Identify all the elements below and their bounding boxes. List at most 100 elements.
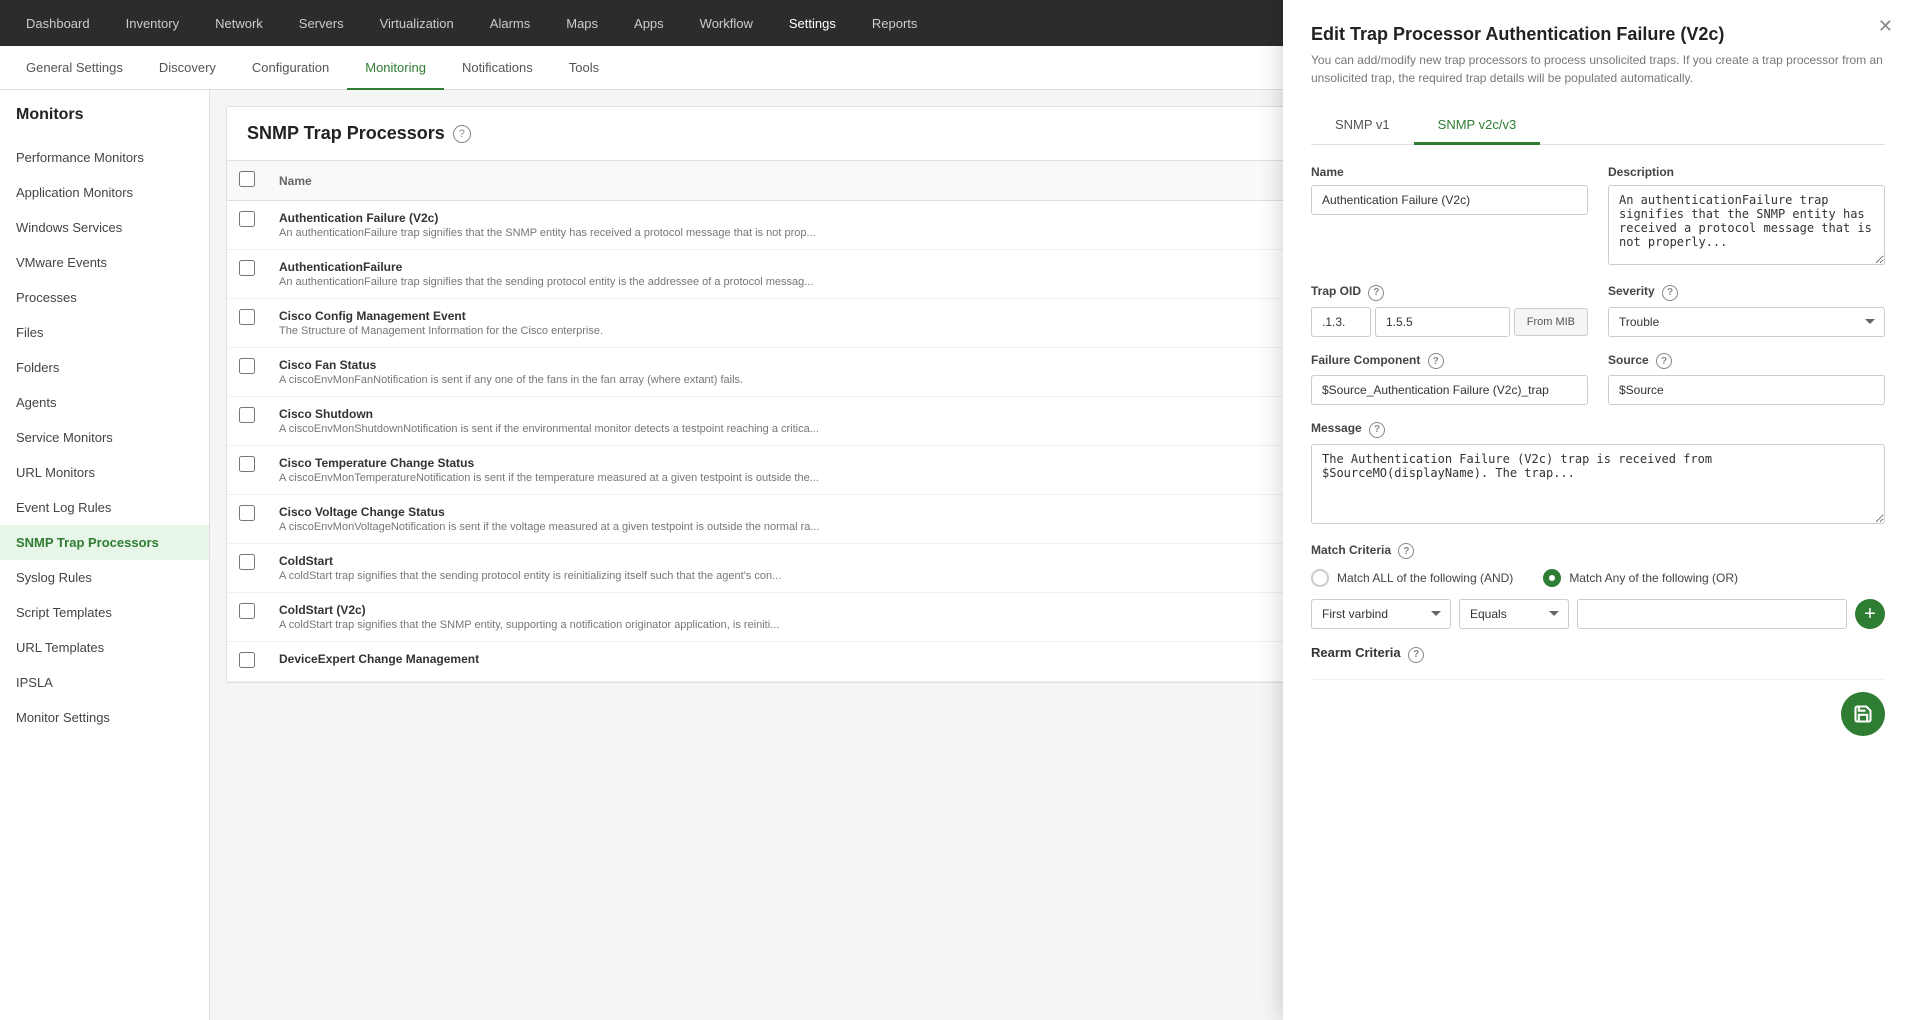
sidebar-item-url-templates[interactable]: URL Templates [0,630,209,665]
sidebar-item-event-log-rules[interactable]: Event Log Rules [0,490,209,525]
col-checkbox [227,161,267,201]
subnav-general-settings[interactable]: General Settings [8,46,141,90]
nav-item-settings[interactable]: Settings [771,0,854,46]
failure-component-input[interactable] [1311,375,1588,405]
row-checkbox-cell[interactable] [227,593,267,642]
row-checkbox-cell[interactable] [227,397,267,446]
sidebar-item-url-monitors[interactable]: URL Monitors [0,455,209,490]
select-all-checkbox[interactable] [239,171,255,187]
severity-label: Severity ? [1608,284,1885,301]
sidebar-item-ipsla[interactable]: IPSLA [0,665,209,700]
row-checkbox-cell[interactable] [227,446,267,495]
nav-item-alarms[interactable]: Alarms [472,0,548,46]
nav-item-workflow[interactable]: Workflow [682,0,771,46]
subnav-configuration[interactable]: Configuration [234,46,347,90]
row-checkbox-cell[interactable] [227,250,267,299]
table-help-icon[interactable]: ? [453,125,471,143]
match-all-label: Match ALL of the following (AND) [1337,571,1513,585]
rearm-help-icon[interactable]: ? [1408,647,1424,663]
source-group: Source ? [1608,353,1885,406]
severity-help-icon[interactable]: ? [1662,285,1678,301]
panel-tabs: SNMP v1 SNMP v2c/v3 [1311,107,1885,145]
match-any-radio[interactable] [1543,569,1561,587]
nav-item-maps[interactable]: Maps [548,0,616,46]
message-label: Message ? [1311,421,1885,438]
description-group: Description An authenticationFailure tra… [1608,165,1885,268]
match-criteria-section: Match Criteria ? Match ALL of the follow… [1311,543,1885,630]
nav-item-apps[interactable]: Apps [616,0,682,46]
sidebar-item-application-monitors[interactable]: Application Monitors [0,175,209,210]
trapoid-suffix-input[interactable] [1375,307,1510,337]
add-criteria-button[interactable]: + [1855,599,1885,629]
row-checkbox[interactable] [239,603,255,619]
row-checkbox[interactable] [239,309,255,325]
match-radio-row: Match ALL of the following (AND) Match A… [1311,569,1885,587]
sidebar-item-vmware-events[interactable]: VMware Events [0,245,209,280]
match-all-option[interactable]: Match ALL of the following (AND) [1311,569,1513,587]
trapoid-prefix-input[interactable] [1311,307,1371,337]
source-help-icon[interactable]: ? [1656,353,1672,369]
row-checkbox[interactable] [239,652,255,668]
criteria-value-input[interactable] [1577,599,1847,629]
from-mib-button[interactable]: From MIB [1514,308,1588,336]
message-textarea[interactable]: The Authentication Failure (V2c) trap is… [1311,444,1885,524]
sidebar-title: Monitors [0,106,209,140]
subnav-notifications[interactable]: Notifications [444,46,551,90]
subnav-tools[interactable]: Tools [551,46,617,90]
row-checkbox[interactable] [239,407,255,423]
sidebar-item-script-templates[interactable]: Script Templates [0,595,209,630]
row-checkbox[interactable] [239,260,255,276]
description-textarea[interactable]: An authenticationFailure trap signifies … [1608,185,1885,265]
sidebar-item-monitor-settings[interactable]: Monitor Settings [0,700,209,735]
sidebar-item-folders[interactable]: Folders [0,350,209,385]
rearm-criteria-section: Rearm Criteria ? [1311,645,1885,663]
severity-group: Severity ? Trouble Warning Critical Info [1608,284,1885,337]
source-input[interactable] [1608,375,1885,405]
sidebar-item-windows-services[interactable]: Windows Services [0,210,209,245]
row-checkbox[interactable] [239,358,255,374]
failure-component-group: Failure Component ? [1311,353,1588,406]
equals-select[interactable]: Equals Contains Starts with Ends with [1459,599,1569,629]
row-checkbox-cell[interactable] [227,299,267,348]
message-help-icon[interactable]: ? [1369,422,1385,438]
row-checkbox[interactable] [239,456,255,472]
match-all-radio[interactable] [1311,569,1329,587]
row-checkbox[interactable] [239,211,255,227]
tab-snmp-v1[interactable]: SNMP v1 [1311,107,1414,145]
subnav-monitoring[interactable]: Monitoring [347,46,444,90]
row-checkbox-cell[interactable] [227,201,267,250]
sidebar-item-agents[interactable]: Agents [0,385,209,420]
sidebar-item-service-monitors[interactable]: Service Monitors [0,420,209,455]
sidebar-item-performance-monitors[interactable]: Performance Monitors [0,140,209,175]
sidebar-item-snmp-trap-processors[interactable]: SNMP Trap Processors [0,525,209,560]
row-checkbox-cell[interactable] [227,544,267,593]
subnav-discovery[interactable]: Discovery [141,46,234,90]
row-checkbox-cell[interactable] [227,348,267,397]
save-button[interactable] [1841,692,1885,736]
varbind-select[interactable]: First varbind Second varbind Third varbi… [1311,599,1451,629]
match-any-option[interactable]: Match Any of the following (OR) [1543,569,1738,587]
name-label: Name [1311,165,1588,179]
nav-item-network[interactable]: Network [197,0,281,46]
trapoid-help-icon[interactable]: ? [1368,285,1384,301]
name-description-row: Name Description An authenticationFailur… [1311,165,1885,268]
row-checkbox-cell[interactable] [227,642,267,682]
row-checkbox[interactable] [239,554,255,570]
right-panel: ✕ Edit Trap Processor Authentication Fai… [1283,90,1913,1020]
nav-item-dashboard[interactable]: Dashboard [8,0,108,46]
row-checkbox[interactable] [239,505,255,521]
nav-item-inventory[interactable]: Inventory [108,0,197,46]
match-criteria-help-icon[interactable]: ? [1398,543,1414,559]
sidebar-item-syslog-rules[interactable]: Syslog Rules [0,560,209,595]
severity-select[interactable]: Trouble Warning Critical Info [1608,307,1885,337]
failure-comp-help-icon[interactable]: ? [1428,353,1444,369]
name-input[interactable] [1311,185,1588,215]
nav-item-virtualization[interactable]: Virtualization [362,0,472,46]
nav-item-servers[interactable]: Servers [281,0,362,46]
sidebar-item-files[interactable]: Files [0,315,209,350]
sidebar-item-processes[interactable]: Processes [0,280,209,315]
message-row: Message ? The Authentication Failure (V2… [1311,421,1885,527]
nav-item-reports[interactable]: Reports [854,0,936,46]
tab-snmp-v2c-v3[interactable]: SNMP v2c/v3 [1414,107,1541,145]
row-checkbox-cell[interactable] [227,495,267,544]
